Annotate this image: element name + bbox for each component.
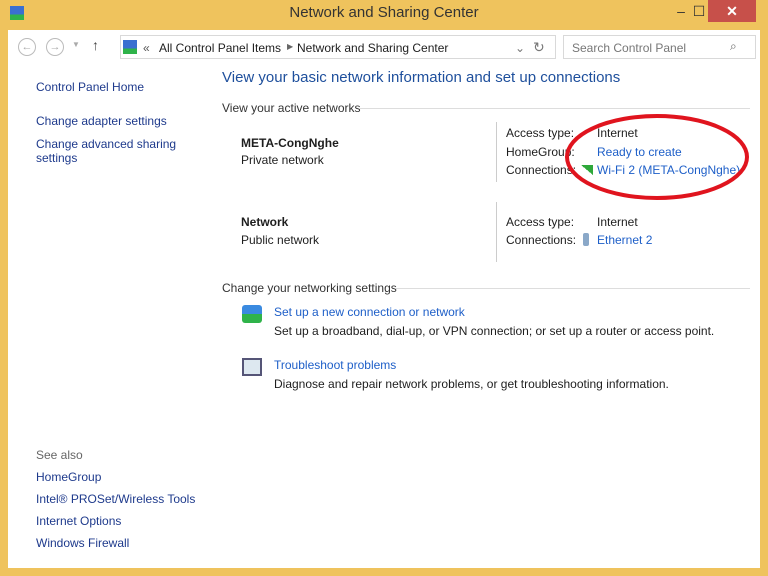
maximize-button[interactable]: ☐	[690, 0, 708, 22]
access-type-value: Internet	[597, 215, 638, 229]
refresh-button[interactable]: ↻	[533, 39, 545, 56]
red-circle-annotation	[565, 114, 749, 200]
minimize-button[interactable]: ‒	[672, 0, 690, 22]
sidebar-control-panel-home[interactable]: Control Panel Home	[36, 80, 144, 94]
divider	[360, 108, 750, 109]
back-button[interactable]: ←	[18, 38, 36, 56]
see-also-label: See also	[36, 448, 83, 462]
troubleshoot-icon	[242, 358, 262, 376]
toolbar: ← → ▼ ↑ « All Control Panel Items ▶ Netw…	[8, 30, 760, 62]
page-title: View your basic network information and …	[222, 69, 621, 86]
close-button[interactable]: ✕	[708, 0, 756, 22]
active-networks-label: View your active networks	[222, 101, 361, 115]
network-type[interactable]: Public network	[241, 233, 319, 247]
up-button[interactable]: ↑	[92, 37, 99, 53]
troubleshoot-link[interactable]: Troubleshoot problems	[274, 358, 396, 372]
address-bar[interactable]: « All Control Panel Items ▶ Network and …	[120, 35, 556, 59]
network-type[interactable]: Private network	[241, 153, 324, 167]
window-title: Network and Sharing Center	[289, 4, 479, 21]
setup-connection-desc: Set up a broadband, dial-up, or VPN conn…	[274, 324, 715, 338]
ethernet-connection-link[interactable]: Ethernet 2	[597, 233, 652, 247]
setup-connection-link[interactable]: Set up a new connection or network	[274, 305, 465, 319]
networking-settings-label: Change your networking settings	[222, 281, 397, 295]
ethernet-icon	[583, 233, 589, 246]
recent-dropdown[interactable]: ▼	[72, 40, 80, 49]
crumb-separator-icon: ▶	[287, 42, 294, 51]
address-dropdown-icon[interactable]: ⌄	[515, 41, 525, 55]
see-also-intel-proset[interactable]: Intel® PROSet/Wireless Tools	[36, 492, 195, 506]
see-also-homegroup[interactable]: HomeGroup	[36, 470, 101, 484]
divider	[396, 288, 750, 289]
connections-label: Connections:	[506, 233, 577, 247]
crumb-network-center[interactable]: Network and Sharing Center	[297, 41, 448, 55]
forward-button[interactable]: →	[46, 38, 64, 56]
sidebar-change-advanced-sharing[interactable]: Change advanced sharing settings	[36, 137, 186, 165]
see-also-windows-firewall[interactable]: Windows Firewall	[36, 536, 129, 550]
divider	[496, 122, 497, 182]
sidebar-change-adapter-settings[interactable]: Change adapter settings	[36, 114, 167, 128]
troubleshoot-desc: Diagnose and repair network problems, or…	[274, 377, 669, 391]
network-name: META-CongNghe	[241, 136, 339, 150]
access-type-label: Access type:	[506, 215, 575, 229]
crumb-all-items[interactable]: All Control Panel Items	[159, 41, 281, 55]
see-also-internet-options[interactable]: Internet Options	[36, 514, 121, 528]
network-name: Network	[241, 215, 289, 229]
search-input[interactable]: Search Control Panel	[563, 35, 756, 59]
new-connection-icon	[242, 305, 262, 323]
breadcrumb-overflow[interactable]: «	[143, 41, 150, 55]
location-icon	[123, 40, 137, 54]
search-icon[interactable]: ⌕	[730, 39, 737, 54]
divider	[496, 202, 497, 262]
